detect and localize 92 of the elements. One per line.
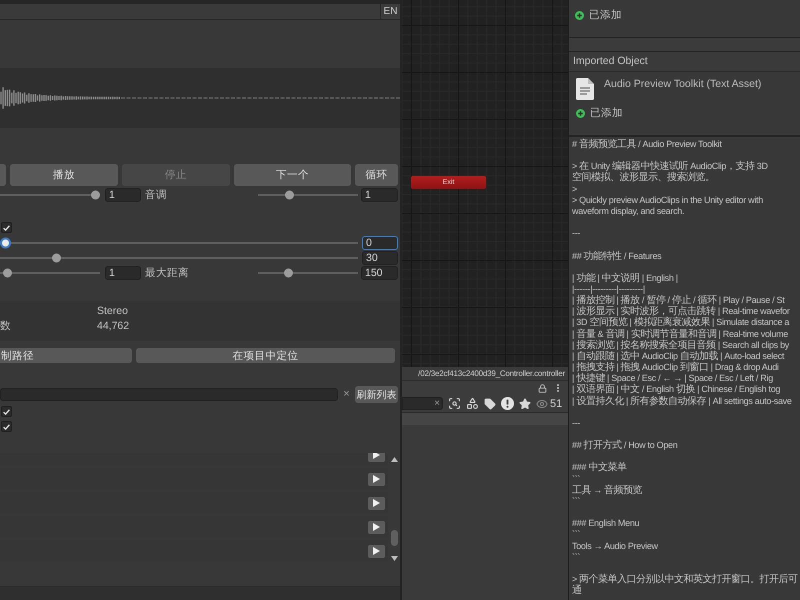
- play-icon: [373, 453, 380, 459]
- text-line: ```: [572, 552, 582, 563]
- info-value: 44,762: [97, 320, 130, 332]
- text-line: > 在 Unity 编辑器中快速试听 AudioClip，支持 3D: [572, 161, 769, 172]
- alert-icon[interactable]: [501, 397, 514, 410]
- text-line: # 音频预览工具 / Audio Preview Toolkit: [572, 139, 723, 150]
- info-label: 数: [0, 318, 11, 332]
- scan-search-icon[interactable]: [448, 397, 461, 410]
- text-line: ---: [572, 228, 582, 240]
- info-value: Stereo: [97, 304, 128, 316]
- number-field[interactable]: 150: [361, 266, 398, 280]
- action-button[interactable]: 在项目中定位: [136, 348, 395, 363]
- document-icon: [576, 78, 594, 100]
- transport-button[interactable]: 下一个: [234, 164, 351, 186]
- play-icon: [373, 523, 380, 531]
- play-button[interactable]: [368, 472, 385, 486]
- checkbox[interactable]: [1, 222, 12, 233]
- play-button[interactable]: [368, 520, 385, 534]
- text-line: ```: [572, 529, 582, 540]
- play-icon: [373, 499, 380, 507]
- text-line: ## 打开方式 / How to Open: [572, 440, 678, 452]
- language-button[interactable]: EN: [380, 4, 400, 19]
- transport-button[interactable]: 播放: [10, 164, 118, 186]
- text-line: | 搜索浏览 | 按名称搜索全项目音频 | Search all clips by: [572, 340, 790, 351]
- scroll-down-icon[interactable]: [391, 556, 398, 561]
- slider-thumb[interactable]: [0, 237, 11, 248]
- text-line: ## 功能特性 / Features: [572, 250, 662, 262]
- text-line: | 音量 & 音调 | 实时调节音量和音调 | Real-time volume: [572, 328, 789, 340]
- text-line: ### English Menu: [572, 518, 640, 530]
- status-label: 已添加: [590, 106, 623, 120]
- star-icon[interactable]: [519, 398, 531, 410]
- text-line: | 3D 空间预览 | 模拟距离衰减效果 | Simulate distance a: [572, 317, 790, 328]
- clear-button[interactable]: ×: [432, 398, 442, 409]
- text-line: ```: [572, 474, 582, 485]
- plus-circle-icon: [575, 10, 584, 20]
- field-label: 音调: [145, 188, 168, 202]
- check-icon: [3, 224, 10, 230]
- text-line: ---: [572, 418, 582, 429]
- text-line: | 播放控制 | 播放 / 暂停 / 停止 / 循环 | Play / Pause / St: [572, 295, 786, 306]
- scroll-up-icon[interactable]: [391, 457, 398, 462]
- refresh-button[interactable]: 刷新列表: [355, 386, 398, 403]
- text-line: | 波形显示 | 实时波形，可点击跳转 | Real-time wavefor: [572, 306, 791, 318]
- number-field[interactable]: 1: [361, 188, 398, 202]
- text-line: > 两个菜单入口分别以中文和英文打开窗口。打开后可通: [572, 574, 799, 596]
- clear-button[interactable]: ×: [338, 388, 355, 401]
- slider-thumb[interactable]: [284, 268, 294, 278]
- slider-thumb[interactable]: [52, 253, 62, 262]
- asset-name: Audio Preview Toolkit (Text Asset): [604, 78, 762, 90]
- visibility-button[interactable]: 51: [536, 398, 562, 410]
- text-line: | 设置持久化 | 所有参数自动保存 | All settings auto-save: [572, 396, 793, 407]
- transport-button[interactable]: 循环: [355, 164, 398, 186]
- checkbox[interactable]: [1, 406, 12, 417]
- shapes-icon[interactable]: [466, 397, 479, 410]
- text-line: |------|---------|---------|: [572, 284, 646, 294]
- slider-thumb[interactable]: [2, 268, 12, 278]
- text-line: 工具 → 音频预览: [572, 484, 644, 496]
- text-line: | 功能 | 中文说明 | English |: [572, 272, 679, 284]
- lock-icon[interactable]: [538, 384, 547, 392]
- play-button[interactable]: [368, 544, 385, 558]
- text-line: > Quickly preview AudioClips in the Unity editor with: [572, 194, 764, 206]
- number-field[interactable]: 0: [362, 236, 398, 250]
- field-label: 最大距离: [145, 266, 190, 280]
- text-line: ```: [572, 496, 582, 508]
- text-line: | 拖拽支持 | 拖拽 AudioClip 到窗口 | Drag & drop Audi: [572, 362, 780, 374]
- eye-icon: [536, 398, 548, 410]
- number-field[interactable]: 30: [362, 250, 398, 264]
- play-button[interactable]: [368, 496, 385, 510]
- text-line: | 快捷键 | Space / Esc / ← → | Space / Esc / Left / Rig: [572, 373, 774, 384]
- text-line: 空间模拟、波形显示、搜索浏览。: [572, 172, 716, 184]
- search-field[interactable]: ×: [402, 397, 443, 410]
- play-icon: [373, 475, 380, 483]
- file-path: /02/3e2cf413c2400d39_Controller.controller: [402, 367, 568, 380]
- number-field[interactable]: 1: [105, 266, 141, 280]
- checkbox[interactable]: [1, 421, 12, 432]
- slider-thumb[interactable]: [91, 190, 100, 200]
- text-line: waveform display, and search.: [572, 206, 686, 218]
- text-line: Tools → Audio Preview: [572, 540, 659, 552]
- text-line: | 自动跟随 | 选中 AudioClip 自动加载 | Auto-load select: [572, 350, 786, 362]
- tag-icon[interactable]: [484, 398, 496, 410]
- check-icon: [3, 424, 10, 430]
- play-icon: [373, 547, 380, 555]
- slider-thumb[interactable]: [285, 190, 294, 200]
- text-line: >: [572, 184, 578, 195]
- action-button[interactable]: 制路径: [0, 348, 132, 363]
- text-line: | 双语界面 | 中文 / English 切换 | Chinese / English tog: [572, 384, 782, 396]
- check-icon: [3, 408, 10, 414]
- plus-circle-icon: [576, 108, 585, 118]
- text-line: ### 中文菜单: [572, 462, 628, 474]
- number-field[interactable]: 1: [105, 188, 141, 202]
- scroll-thumb[interactable]: [391, 530, 398, 546]
- status-label: 已添加: [589, 8, 622, 22]
- waveform[interactable]: [0, 68, 400, 128]
